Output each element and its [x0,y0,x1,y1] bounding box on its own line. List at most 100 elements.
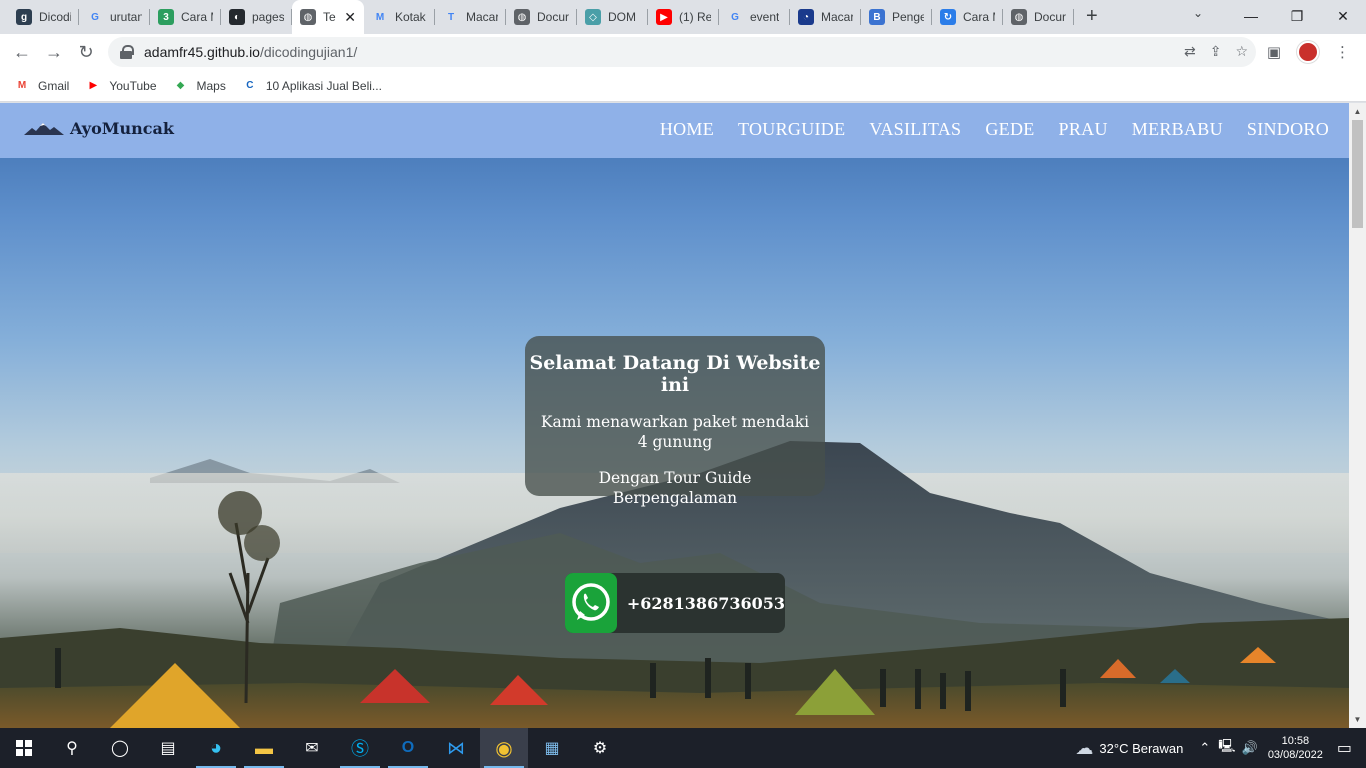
tab-4[interactable]: ◐ pages [221,0,292,34]
side-panel-icon[interactable]: ▣ [1267,43,1281,61]
nav-link-vasilitas[interactable]: VASILITAS [869,119,961,140]
bookmark-label: YouTube [109,78,157,93]
tab-title: Penge [892,10,924,24]
nav-link-merbabu[interactable]: MERBABU [1132,119,1223,140]
clock-date: 03/08/2022 [1267,749,1323,761]
tab-1[interactable]: g Dicodi [8,0,79,34]
task-view-icon[interactable]: ▤ [144,728,192,768]
google-icon: G [731,11,739,23]
tab-15[interactable]: ◍ Docur [1003,0,1074,34]
page-scrollbar[interactable]: ▲ ▼ [1349,103,1366,728]
scroll-down-icon[interactable]: ▼ [1349,711,1366,728]
translate-icon[interactable]: ⇄ [1184,43,1196,60]
tab-2[interactable]: Gurutan [79,0,150,34]
tab-title: Macar [821,10,853,24]
file-explorer-icon[interactable]: ▬ [240,728,288,768]
site-icon: C [246,80,254,91]
tab-3[interactable]: 3 Cara M [150,0,221,34]
scroll-up-icon[interactable]: ▲ [1349,103,1366,120]
windows-start-icon[interactable] [0,728,48,768]
tab-title: event [750,10,780,24]
scroll-thumb[interactable] [1352,120,1363,228]
maps-pin-icon: ◆ [176,80,185,91]
refresh-blue-icon: ↻ [940,9,956,25]
restore-icon[interactable]: ❐ [1274,0,1320,32]
tab-title: urutan [110,10,142,24]
address-bar[interactable]: adamfr45.github.io/dicodingujian1/ ⇄ ⇪ ☆ [108,37,1256,67]
tab-9[interactable]: ◇ DOM [577,0,648,34]
gmail-icon: M [17,80,27,91]
dom-icon: ◇ [585,9,601,25]
control-panel-icon[interactable]: ▦ [528,728,576,768]
tab-14[interactable]: ↻ Cara M [932,0,1003,34]
clock[interactable]: 10:58 03/08/2022 [1268,734,1323,762]
globe-icon: ◍ [1011,9,1027,25]
tab-title: Cara M [181,10,213,24]
tab-8[interactable]: ◍ Docur [506,0,577,34]
tab-6[interactable]: M Kotak [364,0,435,34]
network-icon[interactable]: 🖳 [1218,737,1235,759]
bookmark-2[interactable]: ▶ YouTube [85,78,156,94]
whatsapp-contact-button[interactable]: +6281386736053 [565,573,785,633]
tab-11[interactable]: Gevent [719,0,790,34]
bookmarks-bar: M Gmail ▶ YouTube ◆ Maps C 10 Aplikasi Jual Bel… [0,70,1366,102]
youtube-icon: ▶ [89,80,98,91]
weather-widget[interactable]: ☁ 32°C Berawan [1075,738,1183,759]
nav-link-sindoro[interactable]: SINDORO [1247,119,1329,140]
site-brand[interactable]: AyoMuncak [24,119,174,138]
bookmark-3[interactable]: ◆ Maps [173,78,226,94]
skype-icon[interactable]: Ⓢ [336,728,384,768]
bookmark-1[interactable]: M Gmail [14,78,70,94]
chevron-up-icon[interactable]: ⌃ [1199,740,1210,756]
nav-link-home[interactable]: HOME [660,119,714,140]
forward-icon[interactable]: → [38,36,70,68]
share-icon[interactable]: ⇪ [1210,43,1222,60]
clock-time: 10:58 [1281,735,1310,747]
site-navbar: AyoMuncak HOME TOURGUIDE VASILITAS GEDE PRAU… [0,103,1349,158]
nav-link-tourguide[interactable]: TOURGUIDE [738,119,845,140]
url-text[interactable]: adamfr45.github.io/dicodingujian1/ [144,44,357,60]
profile-avatar[interactable] [1297,41,1319,63]
t-icon: T [447,11,455,23]
cortana-icon[interactable]: ◯ [96,728,144,768]
tab-10[interactable]: ▶ (1) Re [648,0,719,34]
minimize-icon[interactable]: — [1228,0,1274,32]
vscode-icon[interactable]: ⋈ [432,728,480,768]
tab-title: DOM [608,10,636,24]
search-icon[interactable]: ⚲ [48,728,96,768]
tab-search-icon[interactable]: ⌄ [1193,6,1203,20]
mail-icon[interactable]: ✉ [288,728,336,768]
welcome-title: Selamat Datang Di Website ini [529,352,821,396]
tab-7[interactable]: T Macar [435,0,506,34]
bookmark-4[interactable]: C 10 Aplikasi Jual Beli... [242,78,382,94]
menu-kebab-icon[interactable]: ⋮ [1335,43,1350,61]
edge-icon[interactable]: ◕ [192,728,240,768]
omnibox-actions: ⇄ ⇪ ☆ [1184,43,1248,60]
outlook-icon[interactable]: O [384,728,432,768]
tab-strip: g Dicodi Gurutan 3 Cara M ◐ pages ◍ Te ✕ M Kotak T Ma… [0,0,1366,34]
close-tab-icon[interactable]: ✕ [344,9,356,26]
chrome-icon[interactable]: ◉ [480,728,528,768]
tab-title: (1) Re [679,10,711,24]
tab-title: Dicodi [39,10,71,24]
nav-link-gede[interactable]: GEDE [985,119,1034,140]
settings-gear-icon[interactable]: ⚙ [576,728,624,768]
youtube-icon: ▶ [656,9,672,25]
volume-icon[interactable]: 🔊 [1242,740,1258,756]
bookmark-star-icon[interactable]: ☆ [1235,43,1248,60]
lock-icon[interactable] [120,45,134,59]
weather-text: 32°C Berawan [1099,740,1184,756]
tab-13[interactable]: B Penge [861,0,932,34]
three-icon: 3 [158,9,174,25]
bookmark-label: Maps [196,78,226,93]
tab-12[interactable]: ◔ Macar [790,0,861,34]
new-tab-icon[interactable]: + [1086,0,1098,34]
nav-link-prau[interactable]: PRAU [1059,119,1108,140]
reload-icon[interactable]: ↻ [70,36,102,68]
close-window-icon[interactable]: ✕ [1320,0,1366,32]
back-icon[interactable]: ← [6,36,38,68]
tab-5[interactable]: ◍ Te ✕ [292,0,364,34]
globe-icon: ◍ [514,9,530,25]
notification-icon[interactable]: ▭ [1337,738,1352,758]
tab-title: Docur [537,10,569,24]
